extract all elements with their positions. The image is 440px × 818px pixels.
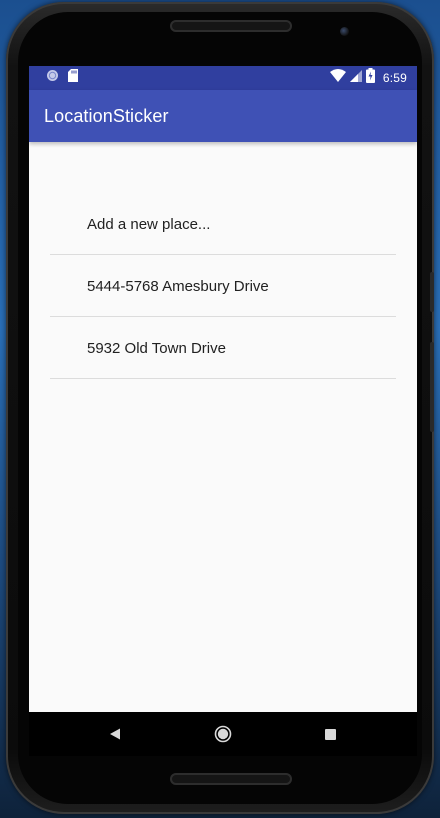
navigation-bar — [29, 712, 417, 756]
cell-signal-icon — [349, 69, 362, 87]
sd-card-icon — [68, 69, 78, 87]
power-button[interactable] — [430, 342, 434, 432]
list-item-label: 5444-5768 Amesbury Drive — [87, 278, 269, 295]
status-bar: 6:59 — [29, 66, 417, 90]
list-item-place[interactable]: 5444-5768 Amesbury Drive — [50, 255, 396, 317]
top-speaker — [170, 20, 292, 32]
home-icon[interactable] — [213, 724, 233, 744]
back-icon[interactable] — [105, 724, 125, 744]
status-left-icons — [46, 69, 78, 87]
list-item-add-place[interactable]: Add a new place... — [50, 193, 396, 255]
list-item-label: 5932 Old Town Drive — [87, 340, 226, 357]
status-right-icons: 6:59 — [329, 68, 407, 88]
bottom-speaker — [170, 773, 292, 785]
battery-charging-icon — [365, 68, 375, 88]
status-time: 6:59 — [382, 71, 407, 85]
app-screen: 6:59 LocationSticker Add a new place... … — [29, 66, 417, 712]
wifi-icon — [329, 69, 346, 87]
list-item-label: Add a new place... — [87, 216, 211, 233]
volume-button[interactable] — [430, 272, 434, 312]
places-list: Add a new place... 5444-5768 Amesbury Dr… — [50, 193, 396, 379]
sync-icon — [46, 69, 59, 87]
recents-icon[interactable] — [320, 724, 340, 744]
app-bar: LocationSticker — [29, 90, 417, 142]
app-title: LocationSticker — [44, 106, 169, 126]
front-camera — [340, 27, 349, 36]
list-item-place[interactable]: 5932 Old Town Drive — [50, 317, 396, 379]
